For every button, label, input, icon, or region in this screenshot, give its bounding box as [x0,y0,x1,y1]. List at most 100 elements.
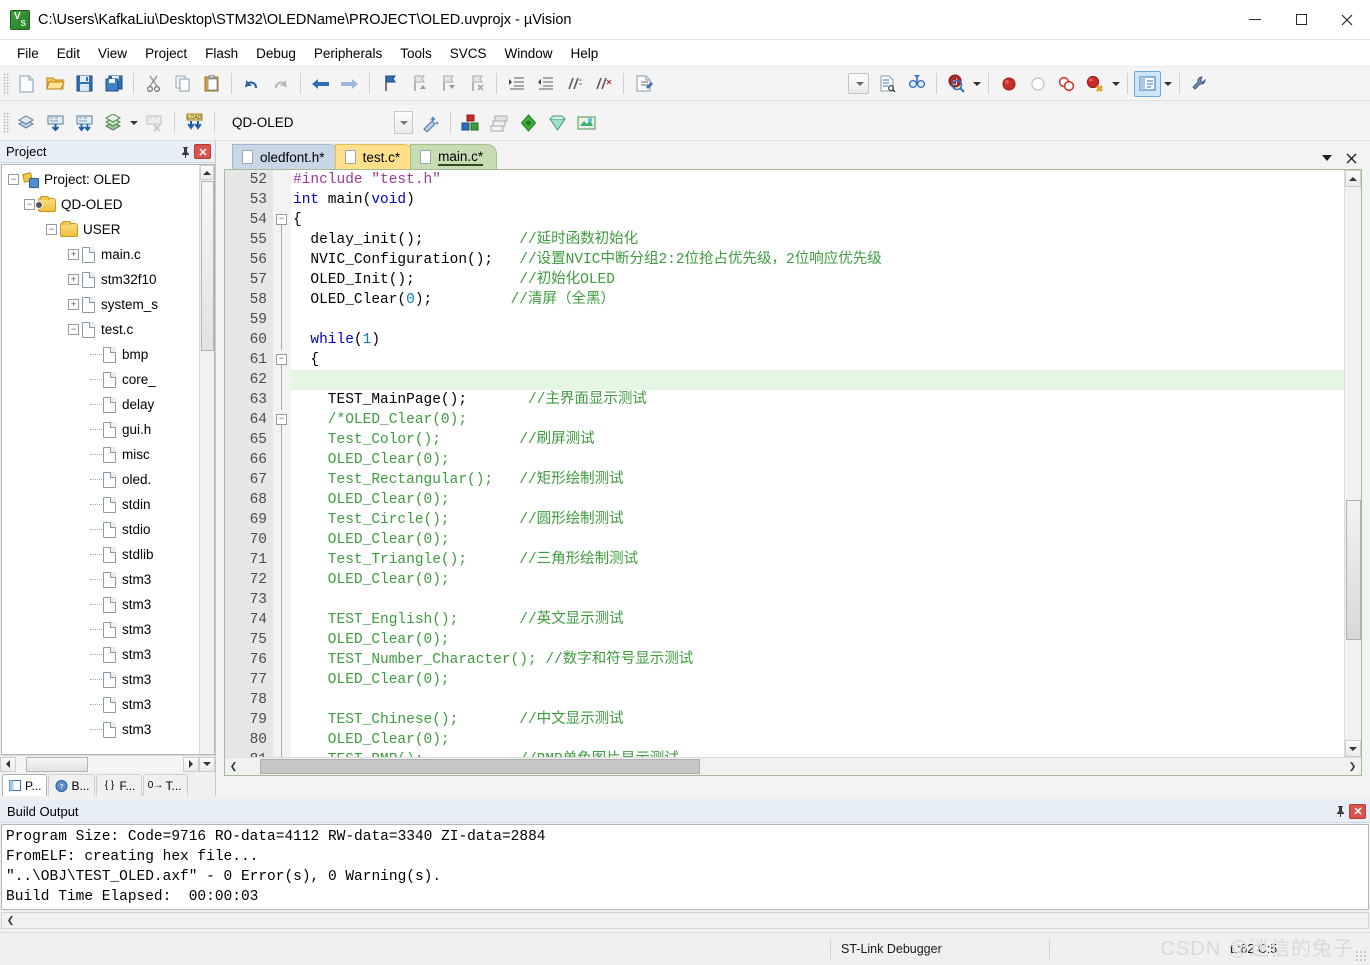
target-dropdown-icon[interactable] [845,71,872,97]
fold-column[interactable]: − [273,410,291,430]
code-lines[interactable]: 52 #include "test.h" 53 int main(void) 54−{5… [225,170,1344,757]
toolbar-grip[interactable] [3,111,10,134]
chevron-down-icon[interactable] [1110,71,1122,97]
project-window-icon[interactable] [1134,70,1161,97]
tree-node-stdint[interactable]: stdin [2,492,198,517]
fold-collapse-icon[interactable]: − [276,354,287,365]
code-line[interactable]: 57 OLED_Init(); //初始化OLED [225,270,1344,290]
code-text[interactable]: #include "test.h" [291,170,1344,190]
tree-node-stm32-6[interactable]: stm3 [2,692,198,717]
code-text[interactable]: OLED_Clear(0); [291,530,1344,550]
scrollbar-track[interactable] [242,758,1344,775]
fold-column[interactable] [273,250,291,270]
stop-build-icon[interactable] [141,110,168,136]
project-tree[interactable]: − Project: OLED − QD-OLED − USER + main.… [1,164,215,755]
indent-right-icon[interactable] [503,71,530,97]
code-text[interactable]: delay_init(); //延时函数初始化 [291,230,1344,250]
tab-functions[interactable]: { } F... [96,774,142,796]
code-text[interactable]: OLED_Clear(0); [291,670,1344,690]
tree-node-qd-oled[interactable]: − QD-OLED [2,192,198,217]
code-line[interactable]: 69 Test_Circle(); //圆形绘制测试 [225,510,1344,530]
scroll-left-icon[interactable] [0,756,16,772]
copy-icon[interactable] [169,71,196,97]
tab-templates[interactable]: 0→ T... [142,774,188,796]
code-line[interactable]: 60 while(1) [225,330,1344,350]
code-text[interactable] [291,370,1344,390]
code-line[interactable]: 79 TEST_Chinese(); //中文显示测试 [225,710,1344,730]
tab-project[interactable]: P... [2,774,48,796]
tab-list-dropdown-icon[interactable] [1317,147,1337,169]
disable-breakpoint-icon[interactable] [1024,71,1051,97]
chevron-down-icon[interactable] [1162,71,1174,97]
close-button[interactable] [1324,0,1370,40]
open-file-icon[interactable] [42,71,69,97]
code-line[interactable]: 67 Test_Rectangular(); //矩形绘制测试 [225,470,1344,490]
code-line[interactable]: 73 [225,590,1344,610]
download-icon[interactable]: LOAD [181,110,208,136]
menu-peripherals[interactable]: Peripherals [305,43,391,64]
menu-edit[interactable]: Edit [48,43,89,64]
menu-flash[interactable]: Flash [196,43,247,64]
code-line[interactable]: 59 [225,310,1344,330]
bookmark-prev-icon[interactable] [405,71,432,97]
translate-file-icon[interactable] [13,110,40,136]
code-text[interactable]: OLED_Clear(0); //清屏（全黑） [291,290,1344,310]
menu-help[interactable]: Help [562,43,608,64]
fold-collapse-icon[interactable]: − [276,214,287,225]
project-tree-horizontal-scrollbar[interactable] [0,755,215,772]
scroll-left-icon[interactable]: ❮ [2,912,19,929]
code-line[interactable]: 71 Test_Triangle(); //三角形绘制测试 [225,550,1344,570]
code-line[interactable]: 58 OLED_Clear(0); //清屏（全黑） [225,290,1344,310]
cut-icon[interactable] [140,71,167,97]
fold-column[interactable] [273,330,291,350]
scrollbar-thumb[interactable] [260,759,700,774]
maximize-button[interactable] [1278,0,1324,40]
code-line[interactable]: 54−{ [225,210,1344,230]
target-combo-arrow[interactable] [394,111,413,134]
code-line[interactable]: 77 OLED_Clear(0); [225,670,1344,690]
fold-column[interactable] [273,630,291,650]
fold-column[interactable] [273,270,291,290]
menu-debug[interactable]: Debug [247,43,305,64]
target-combo[interactable]: QD-OLED [228,111,413,134]
code-line[interactable]: 62 [225,370,1344,390]
tree-node-oled[interactable]: oled. [2,467,198,492]
code-text[interactable]: Test_Color(); //刷屏测试 [291,430,1344,450]
code-text[interactable] [291,590,1344,610]
expander-icon[interactable]: − [46,224,57,235]
close-panel-icon[interactable] [194,144,211,159]
scroll-up-icon[interactable] [1345,170,1361,187]
fold-collapse-icon[interactable]: − [276,414,287,425]
fold-column[interactable] [273,450,291,470]
expander-icon[interactable]: + [68,299,79,310]
select-software-packs-icon[interactable] [573,110,600,136]
save-icon[interactable] [71,71,98,97]
fold-column[interactable] [273,570,291,590]
insert-readwrite-breakpoint-icon[interactable] [874,71,901,97]
code-line[interactable]: 72 OLED_Clear(0); [225,570,1344,590]
bookmark-next-icon[interactable] [434,71,461,97]
tree-node-test-c[interactable]: − test.c [2,317,198,342]
manage-project-items-icon[interactable] [457,110,484,136]
code-text[interactable]: Test_Triangle(); //三角形绘制测试 [291,550,1344,570]
paste-icon[interactable] [198,71,225,97]
bookmark-clear-icon[interactable] [463,71,490,97]
fold-column[interactable]: − [273,350,291,370]
new-file-icon[interactable] [13,71,40,97]
code-text[interactable]: TEST_BMP(); //BMP单色图片显示测试 [291,750,1344,757]
code-text[interactable]: TEST_English(); //英文显示测试 [291,610,1344,630]
fold-column[interactable] [273,430,291,450]
menu-file[interactable]: File [8,43,48,64]
code-line[interactable]: 74 TEST_English(); //英文显示测试 [225,610,1344,630]
fold-column[interactable] [273,730,291,750]
fold-column[interactable] [273,690,291,710]
project-tree-vertical-scrollbar[interactable] [199,165,214,754]
kill-all-breakpoints-icon[interactable] [1082,71,1109,97]
manage-run-time-env-icon[interactable] [544,110,571,136]
tree-node-stm32-3[interactable]: stm3 [2,617,198,642]
configure-target-icon[interactable] [1186,71,1213,97]
editor-tab-test-c[interactable]: test.c* [334,144,415,169]
build-output-horizontal-scrollbar[interactable]: ❮ [1,912,1369,929]
fold-column[interactable] [273,230,291,250]
navigate-forward-icon[interactable] [336,71,363,97]
